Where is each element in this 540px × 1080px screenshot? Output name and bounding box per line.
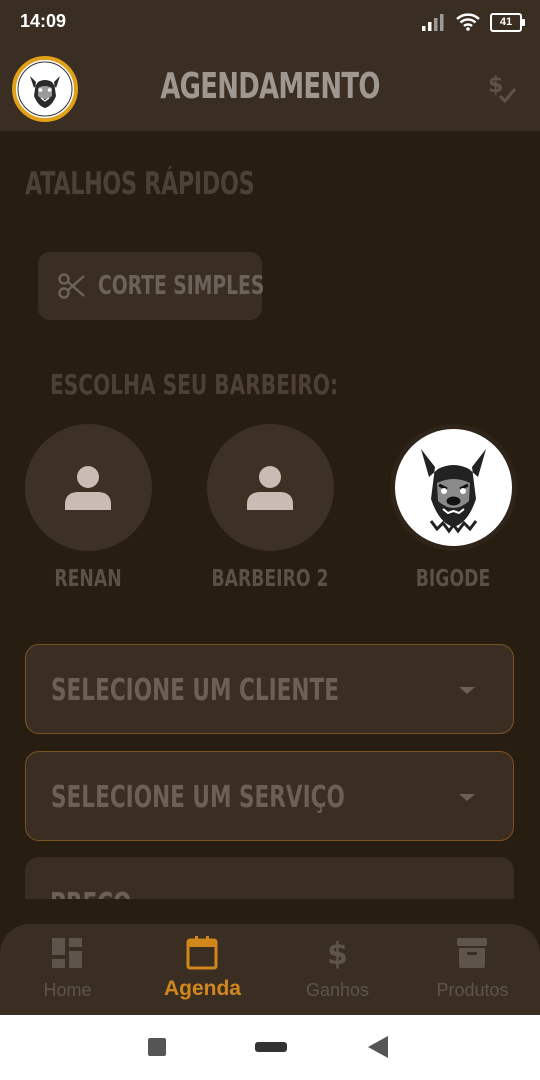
nav-label-home: Home [43, 980, 92, 1000]
svg-text:$: $ [327, 937, 348, 970]
status-bar: 14:09 41 [0, 0, 540, 44]
recent-apps-button[interactable] [148, 1038, 166, 1056]
dollar-icon: $ [327, 937, 348, 970]
profile-avatar[interactable] [12, 56, 78, 122]
home-button[interactable] [255, 1042, 287, 1052]
chevron-down-icon [459, 687, 475, 694]
archive-icon [457, 938, 487, 968]
bottom-nav: Home Agenda $ Ganhos Produtos [0, 924, 540, 1015]
barber-renan[interactable] [25, 424, 152, 551]
system-nav-bar [0, 1015, 540, 1080]
person-icon [65, 466, 111, 510]
battery-level: 41 [499, 16, 513, 28]
status-time: 14:09 [20, 11, 67, 31]
battery-icon: 41 [490, 12, 525, 32]
back-button[interactable] [368, 1036, 388, 1058]
choose-barber-title: ESCOLHA SEU BARBEIRO: [50, 368, 339, 401]
scissors-icon [58, 273, 85, 299]
service-select-placeholder: SELECIONE UM SERVIÇO [51, 780, 345, 815]
pitbull-logo-icon [395, 429, 512, 546]
shortcuts-title: ATALHOS RÁPIDOS [25, 166, 255, 202]
barber-name-barbeiro-2: BARBEIRO 2 [211, 566, 329, 592]
app-bar: AGENDAMENTO $ [0, 44, 540, 131]
shortcut-corte-simples[interactable]: CORTE SIMPLES [38, 252, 265, 320]
barber-name-renan: RENAN [54, 566, 122, 592]
barber-barbeiro-2[interactable] [207, 424, 334, 551]
price-field[interactable]: PREÇO [25, 857, 514, 899]
dashboard-icon [52, 938, 82, 968]
dollar-check-icon[interactable]: $ [486, 72, 518, 106]
nav-label-agenda: Agenda [163, 977, 241, 1000]
chevron-down-icon [459, 794, 475, 801]
pitbull-logo-icon [16, 60, 74, 118]
signal-icon [422, 14, 444, 31]
nav-item-home[interactable]: Home [0, 924, 135, 1015]
nav-label-ganhos: Ganhos [305, 980, 370, 1000]
status-icons: 41 [422, 10, 525, 34]
barber-name-bigode: BIGODE [415, 566, 491, 592]
person-icon [247, 466, 293, 510]
client-select-placeholder: SELECIONE UM CLIENTE [51, 673, 339, 708]
service-select[interactable]: SELECIONE UM SERVIÇO [25, 751, 514, 841]
nav-label-produtos: Produtos [436, 980, 509, 1000]
client-select[interactable]: SELECIONE UM CLIENTE [25, 644, 514, 734]
nav-item-agenda[interactable]: Agenda [135, 924, 270, 1015]
barber-bigode[interactable] [390, 424, 517, 551]
price-field-label: PREÇO [50, 887, 131, 899]
shortcut-label: CORTE SIMPLES [98, 271, 265, 301]
calendar-icon [186, 936, 218, 970]
nav-item-ganhos[interactable]: $ Ganhos [270, 924, 405, 1015]
nav-item-produtos[interactable]: Produtos [405, 924, 540, 1015]
wifi-icon [456, 13, 480, 31]
page-title: AGENDAMENTO [160, 66, 380, 107]
svg-text:$: $ [488, 73, 503, 98]
